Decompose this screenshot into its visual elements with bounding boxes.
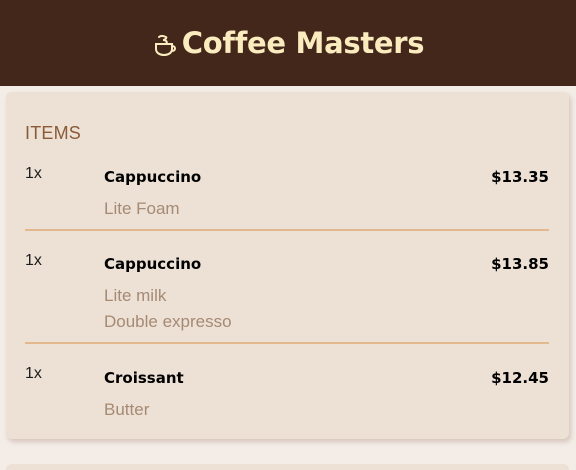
next-section-card	[6, 464, 569, 470]
app-title: Coffee Masters	[181, 26, 425, 60]
item-name: Cappuccino	[104, 255, 202, 273]
item-option: Lite Foam	[104, 199, 180, 218]
item-price: $12.45	[491, 369, 549, 387]
items-heading: ITEMS	[25, 123, 82, 143]
item-price: $13.85	[491, 255, 549, 273]
order-items-card: ITEMS 1x Cappuccino $13.35 Lite Foam 1x …	[6, 92, 569, 439]
item-price: $13.35	[491, 168, 549, 186]
item-quantity: 1x	[25, 165, 42, 182]
app-header: Coffee Masters	[0, 0, 576, 86]
brand[interactable]: Coffee Masters	[152, 26, 425, 60]
item-quantity: 1x	[25, 252, 42, 269]
item-option: Lite milk	[104, 286, 167, 305]
item-quantity: 1x	[25, 365, 42, 382]
item-divider	[25, 342, 549, 344]
coffee-cup-icon	[152, 28, 180, 58]
item-name: Croissant	[104, 369, 184, 387]
item-name: Cappuccino	[104, 168, 202, 186]
item-option: Butter	[104, 400, 150, 419]
item-divider	[25, 229, 549, 231]
item-option: Double expresso	[104, 312, 232, 331]
